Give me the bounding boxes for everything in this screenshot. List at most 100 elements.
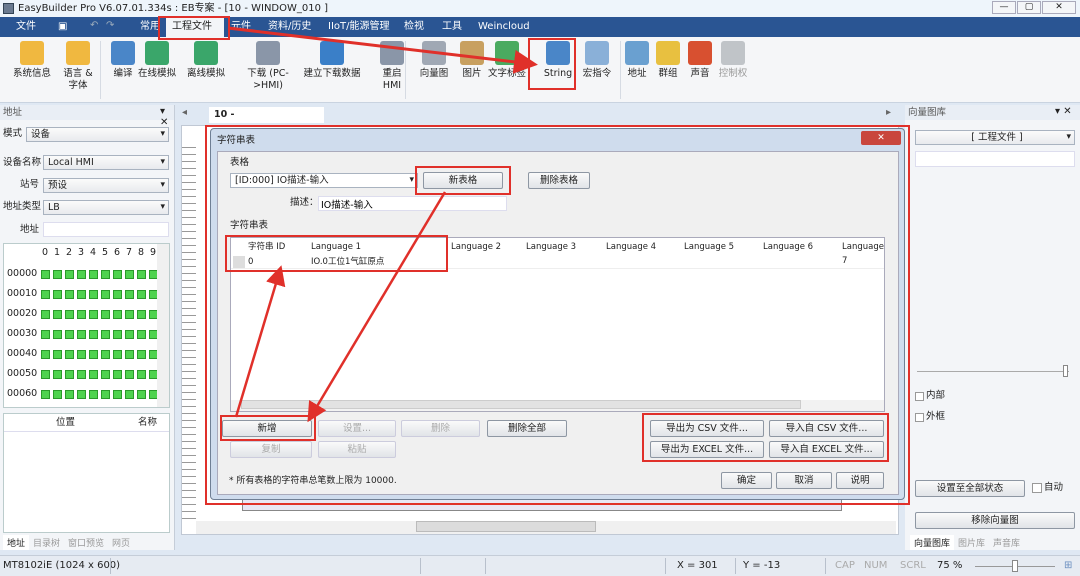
menu-file[interactable]: 文件 <box>10 17 42 37</box>
redo-icon[interactable]: ↷ <box>106 20 114 31</box>
bit-cell[interactable] <box>125 290 134 299</box>
ribbon-text-label-button[interactable]: 文字标签 <box>487 41 527 80</box>
ribbon-system-info-button[interactable]: 系统信息 <box>12 41 52 80</box>
bit-cell[interactable] <box>125 330 134 339</box>
size-slider[interactable] <box>917 371 1069 372</box>
ribbon-restart-hmi-button[interactable]: 重启 HMI <box>372 41 412 92</box>
save-icon[interactable]: ▣ <box>58 21 67 32</box>
bit-cell[interactable] <box>125 370 134 379</box>
bit-cell[interactable] <box>77 390 86 399</box>
tab-scroll-right-icon[interactable]: ▸ <box>886 107 891 118</box>
delete-table-button[interactable]: 删除表格 <box>528 172 590 189</box>
bit-cell[interactable] <box>41 310 50 319</box>
tab-picture-library[interactable]: 图片库 <box>954 535 989 550</box>
menu-view[interactable]: 检视 <box>398 17 430 37</box>
add-button[interactable]: 新增 <box>222 420 312 437</box>
bit-cell[interactable] <box>89 270 98 279</box>
bit-cell[interactable] <box>137 330 146 339</box>
close-icon[interactable]: ▾ ✕ <box>1055 106 1072 117</box>
column-header[interactable]: 字符串 ID <box>248 240 285 254</box>
station-select[interactable]: 预设 <box>43 178 169 193</box>
bit-cell[interactable] <box>53 310 62 319</box>
ribbon-vector-button[interactable]: 向量图 <box>414 41 454 80</box>
export-excel-button[interactable]: 导出为 EXCEL 文件... <box>650 441 764 458</box>
tab-window-010[interactable]: 10 - WINDOW_010x <box>209 107 324 136</box>
bit-cell[interactable] <box>53 390 62 399</box>
bit-cell[interactable] <box>137 370 146 379</box>
menu-tools[interactable]: 工具 <box>436 17 468 37</box>
bit-cell[interactable] <box>89 350 98 359</box>
description-input[interactable] <box>318 196 507 211</box>
bit-cell[interactable] <box>101 370 110 379</box>
bit-cell[interactable] <box>41 270 50 279</box>
column-header[interactable]: Language 3 <box>526 240 576 254</box>
ribbon-language-font-button[interactable]: 语言 & 字体 <box>58 41 98 92</box>
bit-cell[interactable] <box>101 330 110 339</box>
close-icon[interactable]: ▾ ✕ <box>160 106 174 128</box>
menu-project[interactable]: 工程文件 <box>166 17 224 37</box>
menu-data-history[interactable]: 资料/历史 <box>262 17 317 37</box>
bit-cell[interactable] <box>41 350 50 359</box>
bit-cell[interactable] <box>125 350 134 359</box>
bit-cell[interactable] <box>53 350 62 359</box>
menu-home[interactable]: 常用 <box>134 17 166 37</box>
bit-cell[interactable] <box>65 330 74 339</box>
bit-cell[interactable] <box>113 310 122 319</box>
column-header[interactable]: Language 6 <box>763 240 813 254</box>
tab-address[interactable]: 地址 <box>3 535 30 550</box>
library-search[interactable] <box>915 151 1075 167</box>
ribbon-build-download-button[interactable]: 建立下载数据 <box>302 41 362 80</box>
ok-button[interactable]: 确定 <box>721 472 772 489</box>
settings-button[interactable]: 设置... <box>318 420 396 437</box>
bit-cell[interactable] <box>41 330 50 339</box>
menu-weincloud[interactable]: Weincloud <box>472 17 536 37</box>
column-header[interactable]: Language 2 <box>451 240 501 254</box>
ribbon-picture-button[interactable]: 图片 <box>452 41 492 80</box>
frame-checkbox[interactable] <box>915 413 924 422</box>
inner-checkbox[interactable] <box>915 392 924 401</box>
bit-cell[interactable] <box>77 350 86 359</box>
bit-cell[interactable] <box>41 370 50 379</box>
tab-window-preview[interactable]: 窗口预览 <box>64 535 108 550</box>
address-input[interactable] <box>43 222 169 237</box>
device-select[interactable]: Local HMI <box>43 155 169 170</box>
ribbon-string-button[interactable]: String <box>538 41 578 80</box>
bit-cell[interactable] <box>101 390 110 399</box>
bit-cell[interactable] <box>65 370 74 379</box>
grid-scrollbar[interactable] <box>157 244 169 407</box>
bit-cell[interactable] <box>113 390 122 399</box>
table-cell[interactable]: IO.0工位1气缸原点 <box>311 255 384 269</box>
bit-cell[interactable] <box>113 350 122 359</box>
bit-cell[interactable] <box>101 290 110 299</box>
bit-cell[interactable] <box>65 290 74 299</box>
copy-button[interactable]: 复制 <box>230 441 312 458</box>
bit-cell[interactable] <box>125 390 134 399</box>
tab-scroll-left-icon[interactable]: ◂ <box>182 107 187 118</box>
ribbon-offline-sim-button[interactable]: 离线模拟 <box>186 41 226 80</box>
ribbon-access-control-button[interactable]: 控制权 <box>713 41 753 80</box>
remove-vector-button[interactable]: 移除向量图 <box>915 512 1075 529</box>
tab-vector-library[interactable]: 向量图库 <box>910 535 955 550</box>
paste-button[interactable]: 粘贴 <box>318 441 396 458</box>
bit-cell[interactable] <box>77 370 86 379</box>
tab-tree[interactable]: 目录树 <box>29 535 64 550</box>
close-button[interactable]: ✕ <box>1042 1 1076 14</box>
bit-cell[interactable] <box>65 350 74 359</box>
bit-cell[interactable] <box>113 370 122 379</box>
column-header[interactable]: Language 4 <box>606 240 656 254</box>
table-row[interactable]: 0 IO.0工位1气缸原点 <box>231 255 884 269</box>
address-type-select[interactable]: LB <box>43 200 169 215</box>
tab-web[interactable]: 网页 <box>108 535 134 550</box>
fit-screen-icon[interactable]: ⊞ <box>1064 556 1072 576</box>
bit-cell[interactable] <box>113 290 122 299</box>
bit-cell[interactable] <box>125 310 134 319</box>
mode-select[interactable]: 设备 <box>26 127 169 142</box>
bit-cell[interactable] <box>65 390 74 399</box>
bit-cell[interactable] <box>53 290 62 299</box>
bit-cell[interactable] <box>137 290 146 299</box>
bit-cell[interactable] <box>89 370 98 379</box>
new-table-button[interactable]: 新表格 <box>423 172 503 189</box>
bit-cell[interactable] <box>101 310 110 319</box>
minimize-button[interactable]: — <box>992 1 1016 14</box>
cancel-button[interactable]: 取消 <box>776 472 832 489</box>
